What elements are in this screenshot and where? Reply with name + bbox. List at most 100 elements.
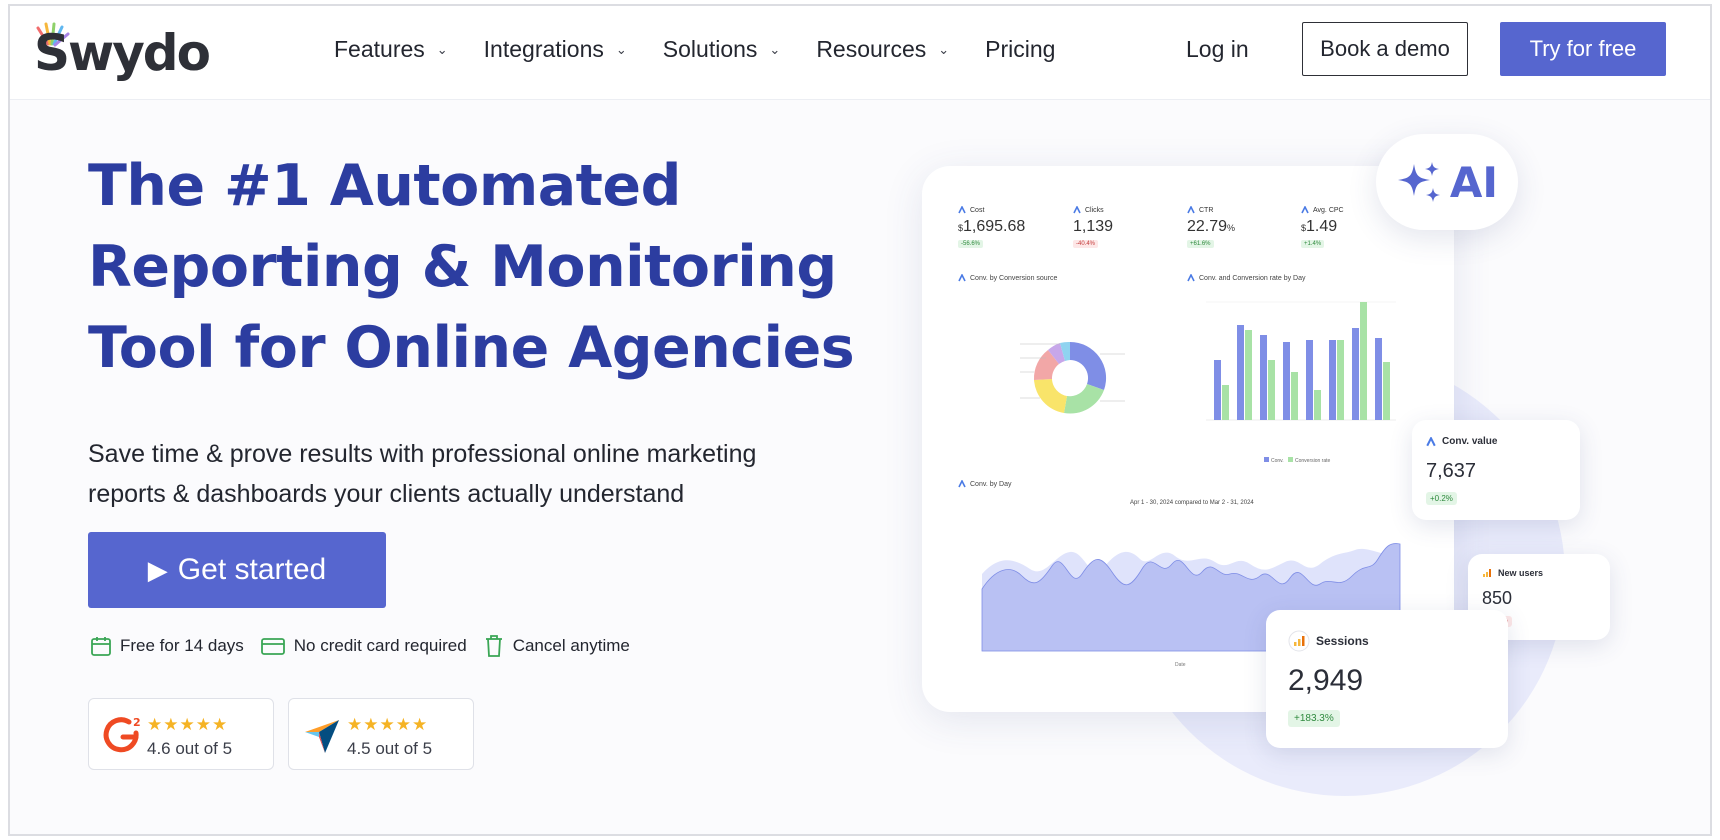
bar-mark [1260, 335, 1267, 420]
sparkle-icon [1397, 162, 1440, 202]
google-ads-icon [1301, 206, 1309, 214]
card-change-badge: +183.3% [1288, 710, 1340, 727]
kpi-avg-cpc: Avg. CPC $1.49 +1.4% [1301, 206, 1344, 248]
card-value: 850 [1482, 588, 1513, 608]
g2-logo-icon: 2 [103, 716, 141, 753]
menu-label: Solutions [662, 36, 758, 62]
bar-mark [1237, 325, 1244, 420]
bar-mark [1383, 362, 1390, 420]
kpi-value: 1,695.68 [963, 218, 1026, 235]
hero-subtitle: Save time & prove results with professio… [88, 434, 848, 514]
bar-mark [1283, 342, 1290, 420]
kpi-change: +61.6% [1187, 240, 1214, 248]
trash-icon [485, 635, 502, 657]
calendar-icon [91, 637, 111, 656]
new-users-header: New users [1482, 568, 1543, 578]
chevron-down-icon: ⌄ [938, 41, 950, 57]
bar-chart-title: Conv. and Conversion rate by Day [1187, 274, 1305, 282]
credit-card-icon [260, 638, 285, 655]
bar-mark [1245, 330, 1252, 420]
conv-value-card: Conv. value 7,637 +0.2% [1412, 420, 1580, 520]
bar-chart: Conv. Conversion rate [1206, 301, 1396, 464]
book-demo-button[interactable]: Book a demo [1302, 22, 1468, 76]
card-title: New users [1498, 568, 1544, 578]
menu-item-integrations[interactable]: Integrations ⌄ [484, 36, 627, 63]
ai-badge: AI [1376, 134, 1518, 230]
google-ads-icon [1187, 274, 1195, 282]
play-icon: ▶ [147, 554, 168, 585]
bar-mark [1360, 302, 1367, 420]
google-ads-icon [958, 206, 966, 214]
area-legend-label: Date [1175, 662, 1186, 668]
bar-mark [1306, 340, 1313, 420]
bar-mark [1375, 338, 1382, 420]
sessions-header: Sessions [1288, 630, 1369, 652]
menu-item-resources[interactable]: Resources ⌄ [816, 36, 949, 63]
google-ads-icon [958, 274, 966, 282]
donut-chart-title: Conv. by Conversion source [958, 274, 1057, 282]
login-link[interactable]: Log in [1186, 36, 1249, 63]
menu-label: Features [334, 36, 425, 62]
kpi-cost: Cost $1,695.68 -56.6% [958, 206, 1025, 248]
conv-value-header: Conv. value [1426, 436, 1497, 447]
perk-cancel: Cancel anytime [483, 634, 630, 658]
capterra-logo-icon [305, 720, 339, 753]
card-value: 7,637 [1426, 460, 1477, 482]
try-free-button[interactable]: Try for free [1500, 22, 1666, 76]
kpi-label: Cost [970, 206, 985, 214]
kpi-label: Clicks [1085, 206, 1104, 214]
menu-item-pricing[interactable]: Pricing [985, 36, 1055, 63]
swydo-logo[interactable]: Swydo [34, 22, 211, 92]
card-title: Sessions [1316, 634, 1369, 648]
kpi-label: CTR [1199, 206, 1214, 214]
bar-mark [1268, 360, 1275, 420]
rating-text: 4.5 out of 5 [347, 739, 433, 758]
bar-title-label: Conv. and Conversion rate by Day [1199, 274, 1306, 282]
kpi-clicks: Clicks 1,139 -40.4% [1073, 206, 1113, 248]
legend-swatch-conv [1264, 457, 1269, 462]
legend-label: Conversion rate [1295, 458, 1331, 464]
bar-mark [1329, 340, 1336, 420]
kpi-value: 1.49 [1306, 218, 1338, 235]
menu-label: Resources [816, 36, 927, 62]
google-ads-icon [1073, 206, 1081, 214]
analytics-icon [1288, 630, 1310, 652]
google-ads-icon [958, 480, 966, 488]
legend-label: Conv. [1271, 458, 1284, 464]
bar-mark [1214, 360, 1221, 420]
google-ads-icon [1426, 436, 1436, 446]
sessions-card: Sessions 2,949 +183.3% [1266, 610, 1508, 748]
menu-item-features[interactable]: Features ⌄ [334, 36, 448, 63]
rating-card-g2[interactable]: 2 ★★★★★ 4.6 out of 5 [88, 698, 274, 770]
area-title-label: Conv. by Day [970, 480, 1012, 488]
analytics-icon [1483, 569, 1491, 577]
menu-item-solutions[interactable]: Solutions ⌄ [663, 36, 781, 63]
top-navigation: Swydo Features ⌄ Integrations ⌄ Solutions ⌄… [10, 6, 1710, 100]
hero-title-line: Tool for Online Agencies [88, 315, 855, 381]
perk-label: Free for 14 days [120, 636, 244, 655]
hero-title: The #1 Automated Reporting & Monitoring … [88, 146, 855, 389]
kpi-change: +1.4% [1301, 240, 1325, 248]
rating-text: 4.6 out of 5 [147, 739, 233, 758]
kpi-label: Avg. CPC [1313, 206, 1344, 214]
chevron-down-icon: ⌄ [615, 41, 627, 57]
area-chart-subtitle: Apr 1 - 30, 2024 compared to Mar 2 - 31,… [1130, 500, 1254, 506]
bar-mark [1222, 385, 1229, 420]
rating-stars: ★★★★★ [147, 715, 229, 734]
card-title: Conv. value [1442, 436, 1498, 447]
rating-card-capterra[interactable]: ★★★★★ 4.5 out of 5 [288, 698, 474, 770]
perk-label: No credit card required [293, 636, 467, 655]
google-ads-icon [1187, 206, 1195, 214]
ai-badge-label: AI [1449, 157, 1499, 207]
kpi-suffix: % [1227, 223, 1236, 233]
kpi-value: 1,139 [1073, 218, 1114, 235]
bar-mark [1314, 390, 1321, 420]
rating-stars: ★★★★★ [347, 715, 429, 734]
get-started-label: Get started [177, 553, 327, 586]
chevron-down-icon: ⌄ [769, 41, 781, 57]
kpi-ctr: CTR 22.79% +61.6% [1187, 206, 1235, 248]
perk-no-card: No credit card required [260, 635, 467, 657]
get-started-button[interactable]: ▶ Get started [88, 532, 386, 608]
donut-slice [1034, 379, 1067, 413]
hero-title-line: The #1 Automated [88, 153, 681, 219]
